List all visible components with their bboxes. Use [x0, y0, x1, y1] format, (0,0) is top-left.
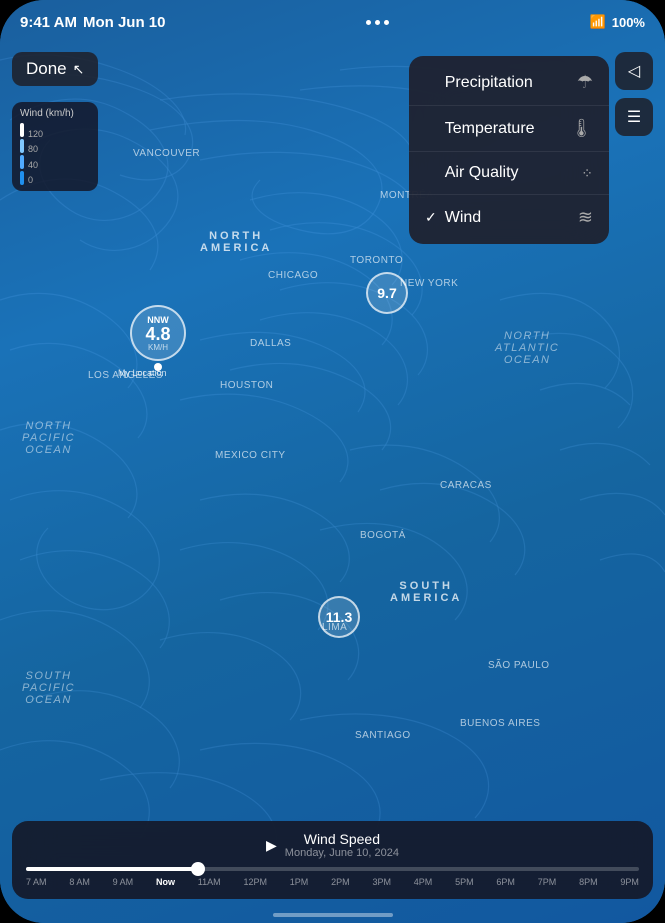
- precipitation-label: Precipitation: [445, 74, 569, 92]
- layer-item-temperature[interactable]: ✓ Temperature 🌡: [409, 106, 609, 152]
- tl-9am: 9 AM: [113, 877, 134, 887]
- play-button[interactable]: ▶: [266, 837, 277, 854]
- tl-7am: 7 AM: [26, 877, 47, 887]
- done-label: Done: [26, 59, 67, 79]
- tl-6pm: 6PM: [496, 877, 515, 887]
- wind-check: ✓: [425, 209, 437, 226]
- status-bar: 9:41 AM Mon Jun 10 📶 100%: [0, 0, 665, 44]
- wind-legend: Wind (km/h) 120 80 40 0: [12, 102, 98, 191]
- air-quality-icon: ⁘: [581, 165, 593, 182]
- timeline-title-sub: Monday, June 10, 2024: [285, 847, 399, 859]
- tl-5pm: 5PM: [455, 877, 474, 887]
- signal-dot-2: [375, 20, 380, 25]
- timeline-bar: ▶ Wind Speed Monday, June 10, 2024 7 AM …: [12, 821, 653, 899]
- layer-item-precipitation[interactable]: ✓ Precipitation ☂: [409, 60, 609, 106]
- right-controls: ◁ ☰: [615, 52, 653, 136]
- device-frame: 9:41 AM Mon Jun 10 📶 100% Done ↖ Wind (k…: [0, 0, 665, 923]
- tl-3pm: 3PM: [372, 877, 391, 887]
- wind-legend-title: Wind (km/h): [20, 108, 90, 119]
- location-icon: ◁: [628, 61, 640, 81]
- timeline-title-main: Wind Speed: [285, 831, 399, 847]
- scrubber-thumb[interactable]: [191, 862, 205, 876]
- tl-4pm: 4PM: [414, 877, 433, 887]
- tl-2pm: 2PM: [331, 877, 350, 887]
- scrubber-fill: [26, 867, 198, 871]
- tl-8pm: 8PM: [579, 877, 598, 887]
- signal-dot-1: [366, 20, 371, 25]
- wind-bar-4: [20, 123, 24, 137]
- wind-legend-bar: 120 80 40 0: [20, 123, 90, 185]
- tl-now: Now: [156, 877, 175, 887]
- tl-11am: 11AM: [198, 877, 221, 887]
- wind-label-80: 80: [28, 144, 43, 154]
- wind-icon: ≋: [578, 207, 593, 228]
- cursor-icon: ↖: [73, 61, 85, 78]
- status-bar-right: 📶 100%: [590, 14, 645, 30]
- tl-1pm: 1PM: [290, 877, 309, 887]
- wind-bars: [20, 123, 24, 185]
- wind-label-0: 0: [28, 175, 43, 185]
- wind-label-40: 40: [28, 160, 43, 170]
- air-quality-label: Air Quality: [445, 164, 574, 182]
- tl-7pm: 7PM: [538, 877, 557, 887]
- time-display: 9:41 AM: [20, 14, 77, 31]
- status-bar-left: 9:41 AM Mon Jun 10: [20, 14, 165, 31]
- location-button[interactable]: ◁: [615, 52, 653, 90]
- timeline-labels: 7 AM 8 AM 9 AM Now 11AM 12PM 1PM 2PM 3PM…: [26, 877, 639, 887]
- temperature-label: Temperature: [445, 120, 562, 138]
- signal-dot-3: [384, 20, 389, 25]
- wind-label: Wind: [445, 209, 570, 227]
- done-button[interactable]: Done ↖: [12, 52, 98, 86]
- wind-bar-3: [20, 139, 24, 153]
- timeline-header: ▶ Wind Speed Monday, June 10, 2024: [26, 831, 639, 859]
- timeline-scrubber[interactable]: [26, 867, 639, 871]
- wind-bar-2: [20, 155, 24, 169]
- date-display: Mon Jun 10: [83, 14, 166, 31]
- home-indicator: [273, 913, 393, 917]
- tl-12pm: 12PM: [243, 877, 267, 887]
- tl-9pm: 9PM: [620, 877, 639, 887]
- status-bar-center: [366, 20, 389, 25]
- temperature-icon: 🌡: [570, 118, 593, 139]
- wind-bar-1: [20, 171, 24, 185]
- precipitation-icon: ☂: [577, 72, 593, 93]
- battery-display: 100%: [612, 15, 645, 30]
- timeline-title-block: Wind Speed Monday, June 10, 2024: [285, 831, 399, 859]
- wind-label-120: 120: [28, 129, 43, 139]
- layer-menu: ✓ Precipitation ☂ ✓ Temperature 🌡 ✓ Air …: [409, 56, 609, 244]
- layers-icon: ☰: [627, 107, 641, 127]
- layers-button[interactable]: ☰: [615, 98, 653, 136]
- top-left-controls: Done ↖ Wind (km/h) 120 80: [12, 52, 98, 191]
- wifi-icon: 📶: [590, 14, 606, 30]
- wind-labels: 120 80 40 0: [28, 129, 43, 185]
- layer-item-air-quality[interactable]: ✓ Air Quality ⁘: [409, 152, 609, 195]
- tl-8am: 8 AM: [69, 877, 90, 887]
- layer-item-wind[interactable]: ✓ Wind ≋: [409, 195, 609, 240]
- play-icon: ▶: [266, 837, 277, 854]
